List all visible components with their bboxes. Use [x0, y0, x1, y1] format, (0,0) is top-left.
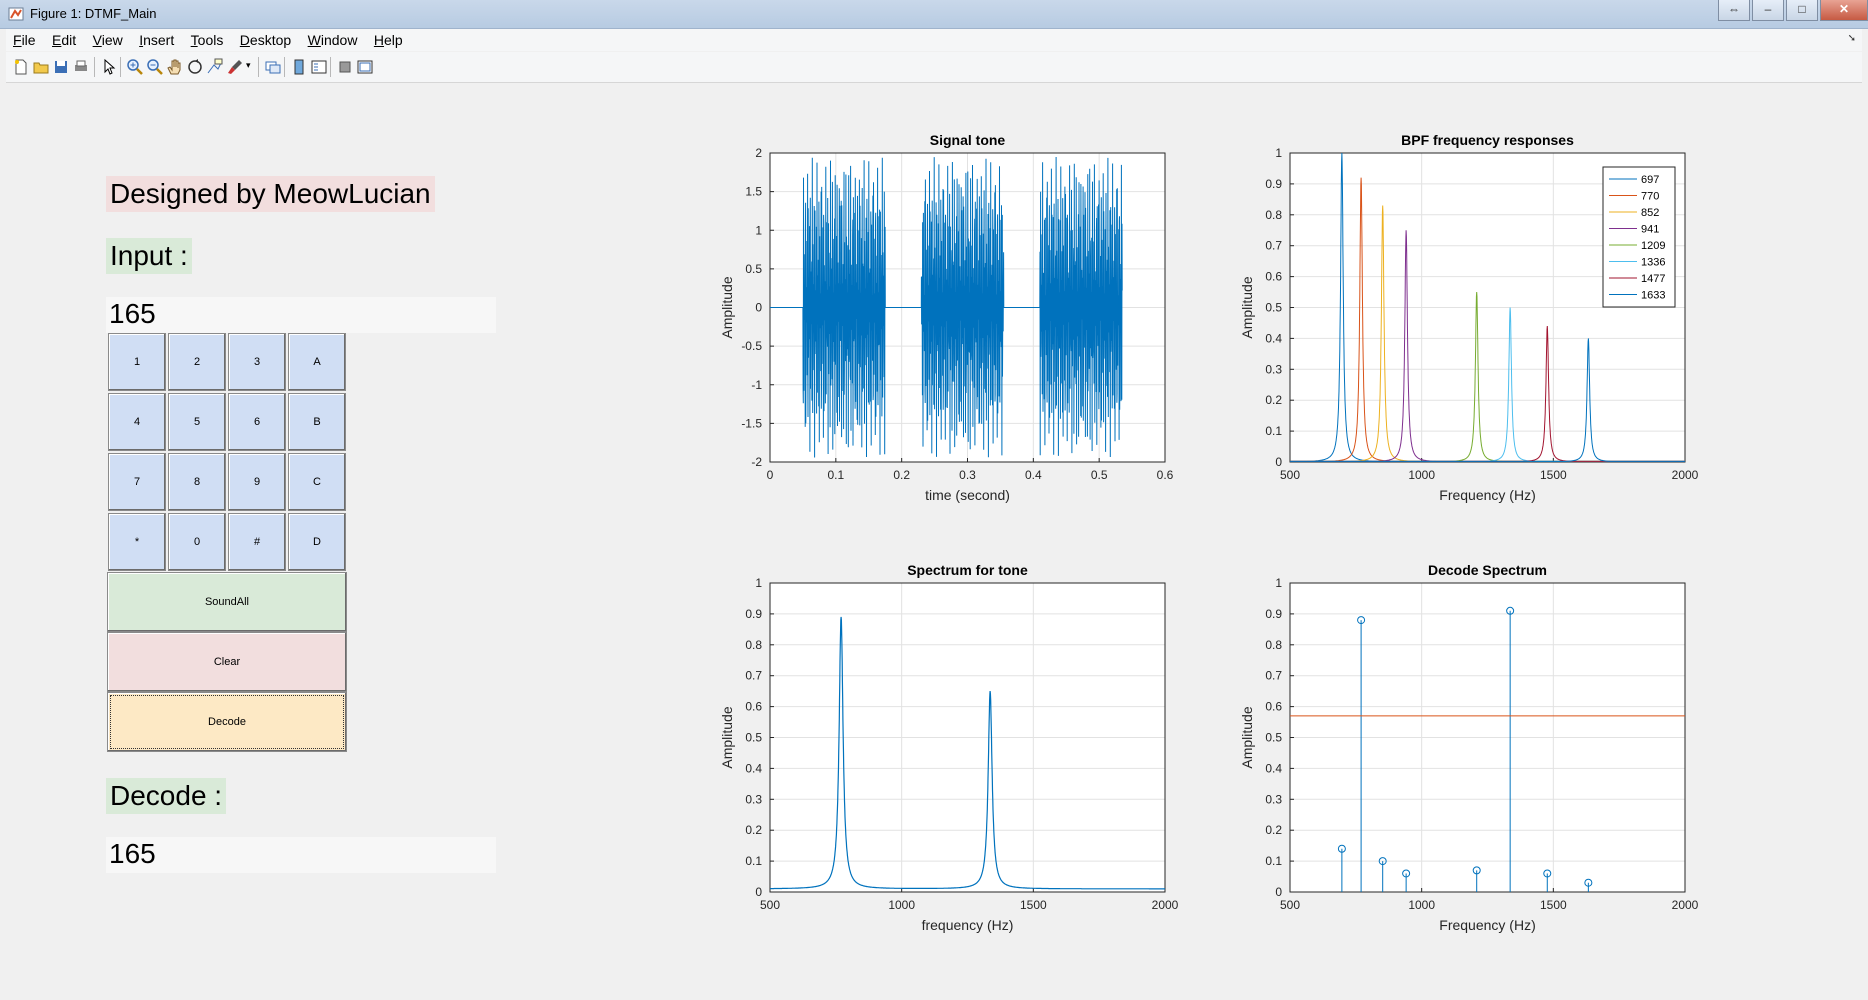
- y-tick-label: 0.9: [745, 607, 762, 621]
- chart-3: 500 1000 1500 2000 0 0.1 0.2 0.3 0.4 0.5 0.6 0.7 0.8…: [1239, 562, 1699, 933]
- y-tick-label: 0.2: [745, 823, 762, 837]
- x-tick-label: 2000: [1152, 898, 1179, 912]
- legend-entry: 1633: [1641, 290, 1665, 302]
- x-tick-label: 500: [1280, 898, 1300, 912]
- y-tick-label: 0.6: [1265, 700, 1282, 714]
- y-tick-label: 0.4: [1265, 331, 1282, 345]
- y-tick-label: 0.6: [745, 700, 762, 714]
- x-tick-label: 0: [767, 468, 774, 482]
- y-tick-label: 1.5: [745, 185, 762, 199]
- chart-title: Signal tone: [930, 132, 1006, 148]
- y-tick-label: 0.6: [1265, 270, 1282, 284]
- chart-2: 500 1000 1500 2000 0 0.1 0.2 0.3 0.4 0.5 0.6 0.7 0.8…: [719, 562, 1179, 933]
- x-tick-label: 1000: [888, 898, 915, 912]
- y-tick-label: 0.3: [1265, 362, 1282, 376]
- y-tick-label: 1: [1275, 146, 1282, 160]
- x-tick-label: 1500: [1020, 898, 1047, 912]
- y-tick-label: 0.2: [1265, 823, 1282, 837]
- x-axis-label: time (second): [925, 487, 1010, 503]
- y-tick-label: 0.9: [1265, 177, 1282, 191]
- y-axis-label: Amplitude: [1239, 706, 1255, 768]
- y-tick-label: 0.5: [745, 262, 762, 276]
- chart-title: Decode Spectrum: [1428, 562, 1547, 578]
- x-tick-label: 0.3: [959, 468, 976, 482]
- x-tick-label: 1000: [1408, 898, 1435, 912]
- y-tick-label: 0: [1275, 455, 1282, 469]
- y-tick-label: 0.2: [1265, 393, 1282, 407]
- y-tick-label: 0.5: [1265, 301, 1282, 315]
- x-axis-label: frequency (Hz): [922, 917, 1014, 933]
- x-tick-label: 500: [760, 898, 780, 912]
- y-tick-label: -1: [751, 378, 762, 392]
- y-tick-label: 0.8: [1265, 208, 1282, 222]
- y-tick-label: -1.5: [741, 416, 762, 430]
- chart-1: 500 1000 1500 2000 0 0.1 0.2 0.3 0.4 0.5 0.6 0.7 0.8…: [1239, 132, 1699, 503]
- legend-entry: 1209: [1641, 240, 1665, 252]
- y-tick-label: -2: [751, 455, 762, 469]
- x-tick-label: 1500: [1540, 898, 1567, 912]
- x-axis-label: Frequency (Hz): [1439, 917, 1535, 933]
- y-tick-label: 0.1: [745, 854, 762, 868]
- x-tick-label: 0.4: [1025, 468, 1042, 482]
- legend-entry: 852: [1641, 207, 1659, 219]
- y-tick-label: 0.7: [1265, 669, 1282, 683]
- x-tick-label: 1000: [1408, 468, 1435, 482]
- y-axis-label: Amplitude: [719, 276, 735, 338]
- x-tick-label: 2000: [1672, 898, 1699, 912]
- y-tick-label: 0.1: [1265, 854, 1282, 868]
- x-tick-label: 2000: [1672, 468, 1699, 482]
- y-tick-label: 0.4: [1265, 761, 1282, 775]
- chart-0: 0 0.1 0.2 0.3 0.4 0.5 0.6 -2 -1.5 -1 -0.5 0 0.5 1 1.5 2…: [719, 132, 1174, 503]
- x-tick-label: 0.1: [827, 468, 844, 482]
- legend-entry: 941: [1641, 224, 1659, 236]
- y-tick-label: 0.7: [1265, 239, 1282, 253]
- chart-title: BPF frequency responses: [1401, 132, 1574, 148]
- y-tick-label: 0.8: [745, 638, 762, 652]
- y-tick-label: 0.5: [1265, 731, 1282, 745]
- y-tick-label: 2: [755, 146, 762, 160]
- y-tick-label: 0.5: [745, 731, 762, 745]
- y-tick-label: 0.1: [1265, 424, 1282, 438]
- legend-entry: 1477: [1641, 273, 1665, 285]
- x-axis-label: Frequency (Hz): [1439, 487, 1535, 503]
- plot-axes-layer: 0 0.1 0.2 0.3 0.4 0.5 0.6 -2 -1.5 -1 -0.5 0 0.5 1 1.5 2…: [719, 132, 1699, 933]
- x-tick-label: 0.2: [893, 468, 910, 482]
- legend-entry: 1336: [1641, 257, 1665, 269]
- x-tick-label: 0.6: [1157, 468, 1174, 482]
- y-tick-label: 0.4: [745, 761, 762, 775]
- x-tick-label: 0.5: [1091, 468, 1108, 482]
- y-tick-label: -0.5: [741, 339, 762, 353]
- y-tick-label: 1: [1275, 576, 1282, 590]
- legend-box: [1602, 166, 1676, 308]
- y-tick-label: 0: [755, 301, 762, 315]
- y-tick-label: 0.9: [1265, 607, 1282, 621]
- x-tick-label: 1500: [1540, 468, 1567, 482]
- y-tick-label: 1: [755, 223, 762, 237]
- chart-title: Spectrum for tone: [907, 562, 1028, 578]
- y-tick-label: 1: [755, 576, 762, 590]
- x-tick-label: 500: [1280, 468, 1300, 482]
- y-axis-label: Amplitude: [1239, 276, 1255, 338]
- y-tick-label: 0: [1275, 885, 1282, 899]
- y-tick-label: 0.3: [745, 792, 762, 806]
- y-tick-label: 0.7: [745, 669, 762, 683]
- y-tick-label: 0.3: [1265, 792, 1282, 806]
- legend-entry: 697: [1641, 174, 1659, 186]
- y-axis-label: Amplitude: [719, 706, 735, 768]
- legend-entry: 770: [1641, 191, 1659, 203]
- y-tick-label: 0.8: [1265, 638, 1282, 652]
- y-tick-label: 0: [755, 885, 762, 899]
